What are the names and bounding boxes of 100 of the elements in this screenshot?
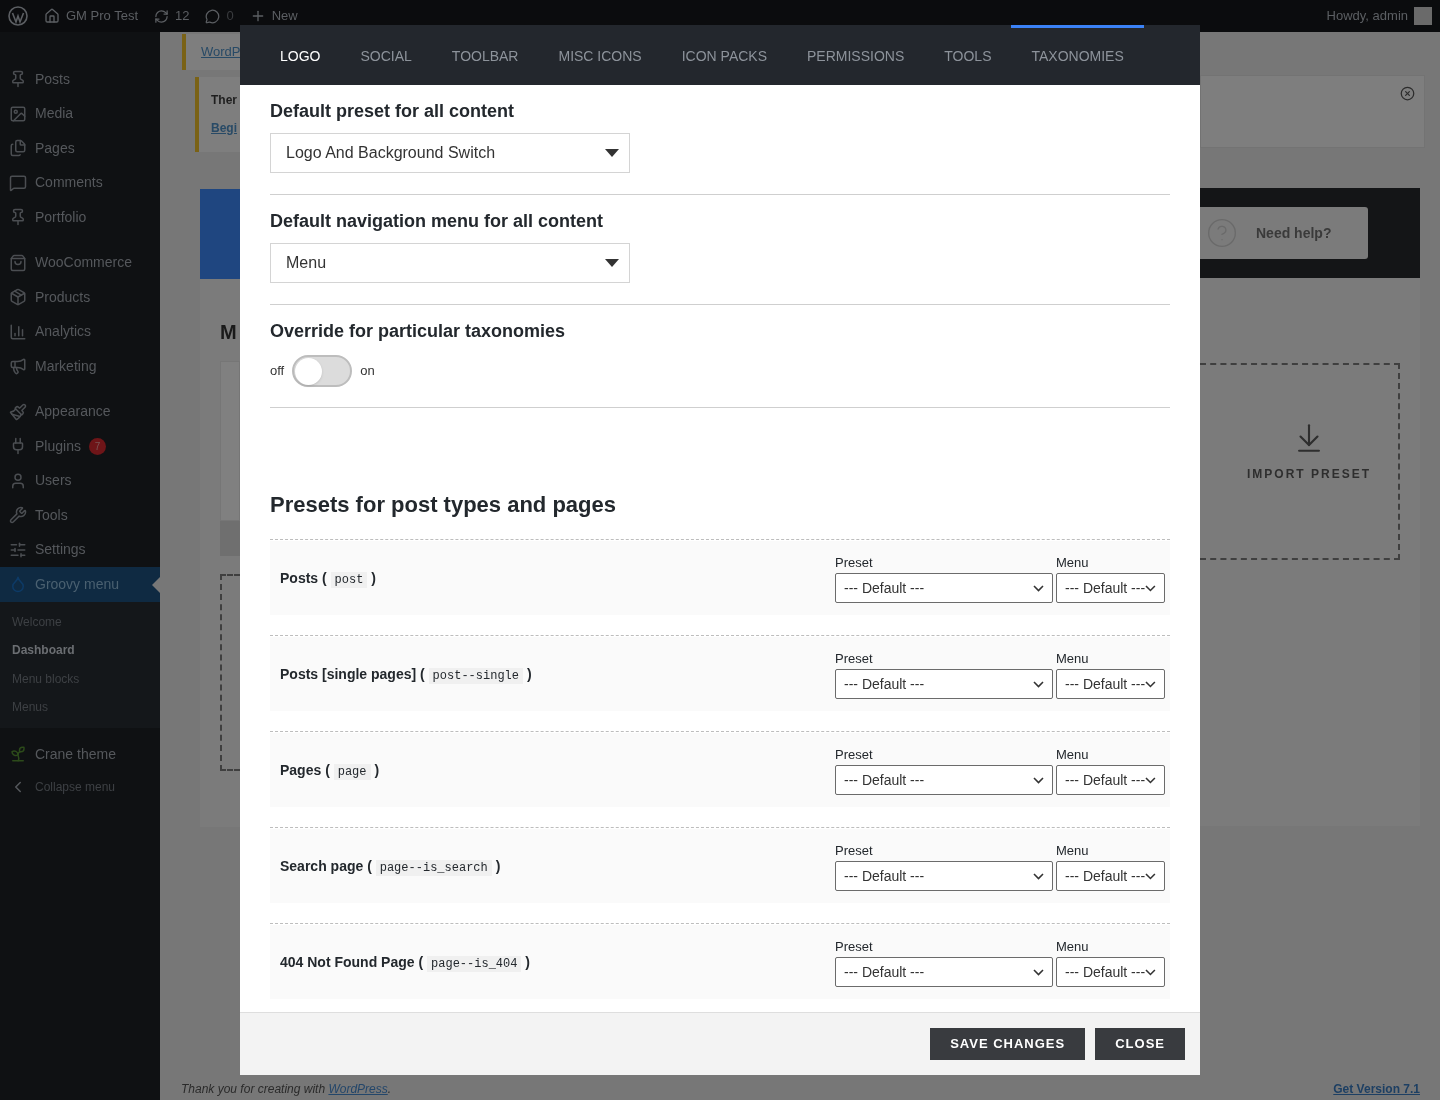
close-icon[interactable] — [1400, 86, 1415, 101]
row-label: Posts ( post ) — [280, 568, 376, 589]
save-changes-button[interactable]: SAVE CHANGES — [930, 1028, 1086, 1060]
chevron-down-icon — [1145, 680, 1156, 688]
preset-dropdown[interactable]: --- Default --- — [835, 669, 1053, 700]
chevron-down-icon — [1033, 968, 1044, 976]
notice-link[interactable]: Begi — [211, 119, 240, 137]
caret-icon — [605, 149, 619, 157]
wrench-icon — [9, 506, 27, 525]
menu-label: Menu — [1056, 841, 1090, 860]
box-icon — [9, 288, 27, 307]
submenu-item[interactable]: Dashboard — [0, 636, 160, 665]
menu-label: Menu — [1056, 745, 1090, 764]
comment-icon — [205, 8, 221, 24]
drop-icon — [9, 575, 27, 594]
comment-icon — [9, 173, 27, 192]
tab[interactable]: TOOLS — [924, 25, 1012, 85]
sidebar-item[interactable]: WooCommerce — [0, 245, 160, 280]
brush-icon — [9, 402, 27, 421]
tab[interactable]: MISC ICONS — [538, 25, 662, 85]
site-name-link[interactable]: GM Pro Test — [66, 6, 138, 26]
chevron-down-icon — [1033, 872, 1044, 880]
sidebar-item[interactable]: Products — [0, 280, 160, 315]
sidebar-item[interactable]: Groovy menu — [0, 567, 160, 602]
close-button[interactable]: CLOSE — [1095, 1028, 1185, 1060]
sidebar-item[interactable]: Posts — [0, 62, 160, 97]
section-heading: Presets for post types and pages — [270, 492, 616, 517]
pin-icon — [9, 70, 27, 89]
preset-dropdown[interactable]: --- Default --- — [835, 861, 1053, 892]
sidebar-item[interactable]: Marketing — [0, 349, 160, 384]
off-label: off — [270, 362, 285, 381]
bar-chart-icon — [9, 322, 27, 341]
version-link[interactable]: Get Version 7.1 — [1333, 1082, 1420, 1096]
sidebar-item[interactable]: Analytics — [0, 314, 160, 349]
row-label: Posts [single pages] ( post--single ) — [280, 664, 532, 685]
toggle-knob — [295, 357, 323, 385]
preset-label: Preset — [835, 553, 874, 572]
updates-count[interactable]: 12 — [175, 6, 190, 26]
chevron-down-icon — [1033, 584, 1044, 592]
tab[interactable]: PERMISSIONS — [787, 25, 925, 85]
menu-label: Menu — [1056, 649, 1090, 668]
sidebar-item[interactable]: Portfolio — [0, 200, 160, 235]
megaphone-icon — [9, 357, 27, 376]
sidebar-item[interactable]: Users — [0, 463, 160, 498]
preset-label: Preset — [835, 745, 874, 764]
new-link[interactable]: New — [271, 6, 298, 26]
preset-dropdown[interactable]: --- Default --- — [835, 957, 1053, 988]
wordpress-logo-icon[interactable] — [8, 6, 28, 26]
tab[interactable]: TOOLBAR — [431, 25, 539, 85]
sidebar-item[interactable]: Settings — [0, 532, 160, 567]
menu-dropdown[interactable]: --- Default --- — [1056, 573, 1165, 604]
sidebar-item[interactable]: Tools — [0, 498, 160, 533]
menu-label: Menu — [1056, 937, 1090, 956]
card-heading: M — [220, 320, 238, 345]
wordpress-link[interactable]: WordPress — [328, 1082, 388, 1096]
greeting-link[interactable]: Howdy, admin — [1326, 6, 1408, 26]
menu-label: Menu — [1056, 553, 1090, 572]
preset-dropdown[interactable]: --- Default --- — [835, 573, 1053, 604]
field-label: Override for particular taxonomies — [270, 320, 567, 343]
home-icon — [44, 8, 60, 24]
need-help-button[interactable]: Need help? — [1200, 207, 1368, 259]
menu-dropdown[interactable]: --- Default --- — [1056, 669, 1165, 700]
settings-icon — [9, 540, 27, 559]
sidebar-item[interactable]: Crane theme — [0, 737, 160, 771]
menu-dropdown[interactable]: --- Default --- — [1056, 957, 1165, 988]
chevron-down-icon — [1145, 584, 1156, 592]
toggle-switch[interactable] — [292, 355, 353, 387]
preset-label: Preset — [835, 649, 874, 668]
updates-icon — [154, 8, 169, 24]
tab[interactable]: SOCIAL — [340, 25, 432, 85]
menu-select[interactable]: Menu — [270, 243, 630, 283]
chevron-down-icon — [1033, 776, 1044, 784]
chevron-down-icon — [1145, 968, 1156, 976]
pin-icon — [9, 208, 27, 227]
sidebar-item[interactable]: Comments — [0, 165, 160, 200]
preset-dropdown[interactable]: --- Default --- — [835, 765, 1053, 796]
tab[interactable]: TAXONOMIES — [1011, 25, 1144, 85]
on-label: on — [360, 362, 375, 381]
preset-label: Preset — [835, 841, 874, 860]
sidebar-item[interactable]: Pages — [0, 131, 160, 166]
preset-label: Preset — [835, 937, 874, 956]
sidebar-item[interactable]: Media — [0, 96, 160, 131]
row-label: 404 Not Found Page ( page--is_404 ) — [280, 952, 530, 973]
pages-icon — [9, 139, 27, 158]
pointer-arrow — [152, 577, 160, 593]
sidebar-item[interactable]: Appearance — [0, 394, 160, 429]
chevron-down-icon — [1145, 776, 1156, 784]
menu-dropdown[interactable]: --- Default --- — [1056, 861, 1165, 892]
tab[interactable]: LOGO — [260, 25, 341, 85]
preset-select[interactable]: Logo And Background Switch — [270, 133, 630, 173]
notice-title: Ther — [211, 92, 238, 109]
chevron-down-icon — [1033, 680, 1044, 688]
caret-icon — [605, 259, 619, 267]
bag-icon — [9, 253, 27, 272]
field-label: Default preset for all content — [270, 100, 516, 123]
chevron-down-icon — [1145, 872, 1156, 880]
tab[interactable]: ICON PACKS — [661, 25, 788, 85]
menu-dropdown[interactable]: --- Default --- — [1056, 765, 1165, 796]
notice-link[interactable]: WordP — [201, 42, 241, 62]
user-icon — [9, 471, 27, 490]
